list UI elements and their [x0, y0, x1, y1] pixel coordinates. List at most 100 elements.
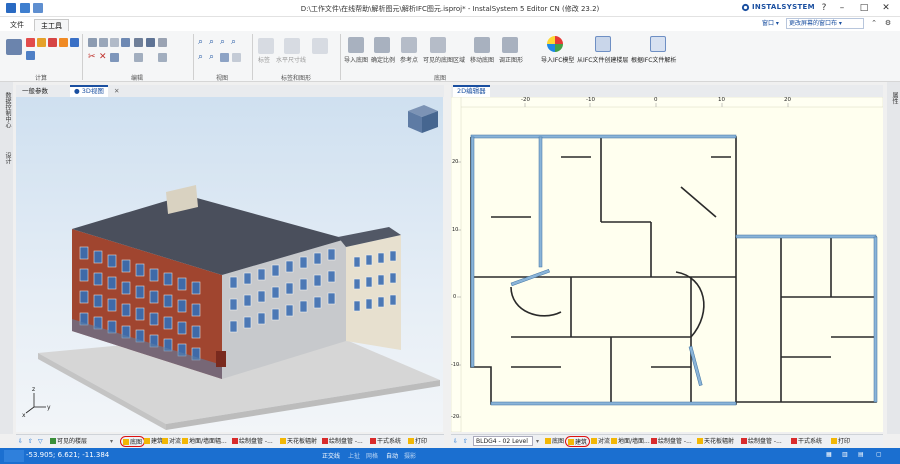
tab-general-params[interactable]: 一般参数	[18, 85, 52, 97]
rectify-button[interactable]: 调正图形	[499, 55, 523, 64]
cut-icon[interactable]: ✂	[88, 53, 97, 62]
ortho-toggle[interactable]: 正交线	[322, 451, 340, 460]
move-base-icon[interactable]	[474, 37, 490, 53]
rectify-icon[interactable]	[502, 37, 518, 53]
import-base-button[interactable]: 导入底图	[344, 55, 368, 64]
layer-visible-floors[interactable]: 可见的楼层	[50, 436, 87, 447]
close-button[interactable]: ✕	[880, 3, 892, 14]
water-drop-icon[interactable]	[70, 38, 79, 47]
move-base-button[interactable]: 移动底图	[470, 55, 494, 64]
filter-icon[interactable]: ▽	[38, 436, 43, 447]
format-icon[interactable]	[110, 38, 119, 47]
layer-floor-wall-radiant[interactable]: 地面/墙面...	[611, 436, 650, 447]
layout-dropdown[interactable]: 更改屏幕的窗口布 ▾	[786, 18, 864, 29]
grid-toggle[interactable]: 网格	[366, 451, 378, 460]
layer-draw-coil-2[interactable]: 绘制盘管 -...	[741, 436, 782, 447]
layer-ceiling-radiant[interactable]: 天花板辐射	[697, 436, 734, 447]
refresh-icon[interactable]	[232, 53, 241, 62]
pan-icon[interactable]	[220, 53, 229, 62]
split-view-icon[interactable]: ▥	[842, 451, 848, 458]
ref-point-icon[interactable]	[401, 37, 417, 53]
grid-view-icon[interactable]: ▦	[826, 451, 832, 458]
layer-ceiling-radiant[interactable]: 天花板辐射	[280, 436, 317, 447]
zoom-all-icon[interactable]: ⌕	[231, 38, 240, 47]
dimension-icon[interactable]	[284, 38, 300, 54]
layer-print[interactable]: 打印	[408, 436, 427, 447]
viewport-3d[interactable]: z y x	[16, 97, 443, 432]
delete-icon[interactable]: ✕	[99, 53, 108, 62]
arrow-up-icon[interactable]: ⇧	[463, 436, 468, 447]
import-ifc-button[interactable]: 导入IFC模型	[541, 55, 574, 64]
select-icon[interactable]	[121, 38, 130, 47]
graphics-icon[interactable]	[312, 38, 328, 54]
maximize-button[interactable]: □	[858, 3, 870, 14]
pipe-red-icon[interactable]	[26, 38, 35, 47]
menu-main-tools[interactable]: 主工具	[34, 19, 69, 31]
view-cube[interactable]	[408, 105, 438, 133]
zoom-fit-icon[interactable]: ⌕	[209, 53, 218, 62]
arrow-up-icon[interactable]: ⇧	[28, 436, 33, 447]
help-icon[interactable]: ?	[818, 3, 830, 14]
pipe-icon[interactable]	[48, 38, 57, 47]
side-label-properties[interactable]: 属性	[890, 92, 899, 104]
layer-convection[interactable]: 对流	[591, 436, 610, 447]
zoom-window-icon[interactable]: ⌕	[220, 38, 229, 47]
ribbon-pin-icon[interactable]: ⌃	[868, 18, 880, 29]
pipe-orange-icon[interactable]	[37, 38, 46, 47]
ifc-parse-icon[interactable]	[650, 36, 666, 52]
flow-icon[interactable]	[26, 51, 35, 60]
move-icon[interactable]	[134, 53, 143, 62]
parse-ifc-button[interactable]: 根据IFC文件解析	[631, 55, 676, 64]
zoom-out-icon[interactable]: ⌕	[209, 38, 218, 47]
layer-print[interactable]: 打印	[831, 436, 850, 447]
layer-base-map[interactable]: 底图	[120, 436, 146, 447]
layer-draw-coil-2[interactable]: 绘制盘管 -...	[322, 436, 363, 447]
layer-draw-coil-1[interactable]: 绘制盘管 -...	[232, 436, 273, 447]
label-button[interactable]: 标签	[258, 55, 270, 64]
ifc-model-icon[interactable]	[547, 36, 563, 52]
arrow-down-icon[interactable]: ⇩	[453, 436, 458, 447]
minimize-button[interactable]: –	[836, 3, 848, 14]
layer-building[interactable]: 建筑	[144, 436, 163, 447]
scale-icon[interactable]	[374, 37, 390, 53]
layer-building[interactable]: 建筑	[565, 436, 591, 447]
layer-base-map[interactable]: 底图	[545, 436, 564, 447]
auto-toggle[interactable]: 自动	[386, 451, 398, 460]
import-base-icon[interactable]	[348, 37, 364, 53]
arrow-down-icon[interactable]: ⇩	[18, 436, 23, 447]
visible-area-button[interactable]: 可见的底图区域	[423, 55, 465, 64]
label-icon[interactable]	[258, 38, 274, 54]
tab-close-icon[interactable]: ✕	[110, 85, 123, 97]
align-icon[interactable]	[158, 38, 167, 47]
level-select[interactable]: BLDG4 - 02 Level	[473, 436, 533, 446]
window-dropdown[interactable]: 窗口 ▾	[762, 18, 779, 27]
other-toggle[interactable]: 摄影	[404, 451, 416, 460]
horizontal-dimension-button[interactable]: 水平尺寸线	[276, 55, 306, 64]
create-floor-from-ifc-button[interactable]: 从IFC文件创建楼层	[577, 55, 628, 64]
side-label-design[interactable]: 设计	[3, 152, 12, 164]
visible-area-icon[interactable]	[430, 37, 446, 53]
ifc-floor-icon[interactable]	[595, 36, 611, 52]
layer-draw-coil-1[interactable]: 绘制盘管 -...	[651, 436, 692, 447]
split-view-alt-icon[interactable]: ▤	[858, 451, 864, 458]
calc-icon[interactable]	[6, 39, 22, 55]
duplicate-icon[interactable]	[110, 53, 119, 62]
scale-button[interactable]: 确定比例	[371, 55, 395, 64]
zoom-prev-icon[interactable]: ⌕	[198, 53, 207, 62]
layer-dry-system[interactable]: 干式系统	[370, 436, 401, 447]
tab-3d-view[interactable]: ● 3D视图	[70, 85, 108, 97]
layer-floor-wall-radiant[interactable]: 地面/墙面辐...	[182, 436, 227, 447]
zoom-in-icon[interactable]: ⌕	[198, 38, 207, 47]
rotate-icon[interactable]	[158, 53, 167, 62]
dropdown-icon[interactable]: ▾	[536, 436, 539, 447]
tab-2d-editor[interactable]: 2D编辑器	[453, 85, 490, 97]
single-view-icon[interactable]: ▢	[876, 451, 882, 458]
layer-convection[interactable]: 对流	[162, 436, 181, 447]
side-label-data-center[interactable]: 数据控制中心	[3, 92, 12, 128]
paste-icon[interactable]	[99, 38, 108, 47]
fire-icon[interactable]	[59, 38, 68, 47]
ref-point-button[interactable]: 参考点	[400, 55, 418, 64]
menu-file[interactable]: 文件	[4, 19, 30, 31]
layer-dry-system[interactable]: 干式系统	[791, 436, 822, 447]
copy-icon[interactable]	[88, 38, 97, 47]
